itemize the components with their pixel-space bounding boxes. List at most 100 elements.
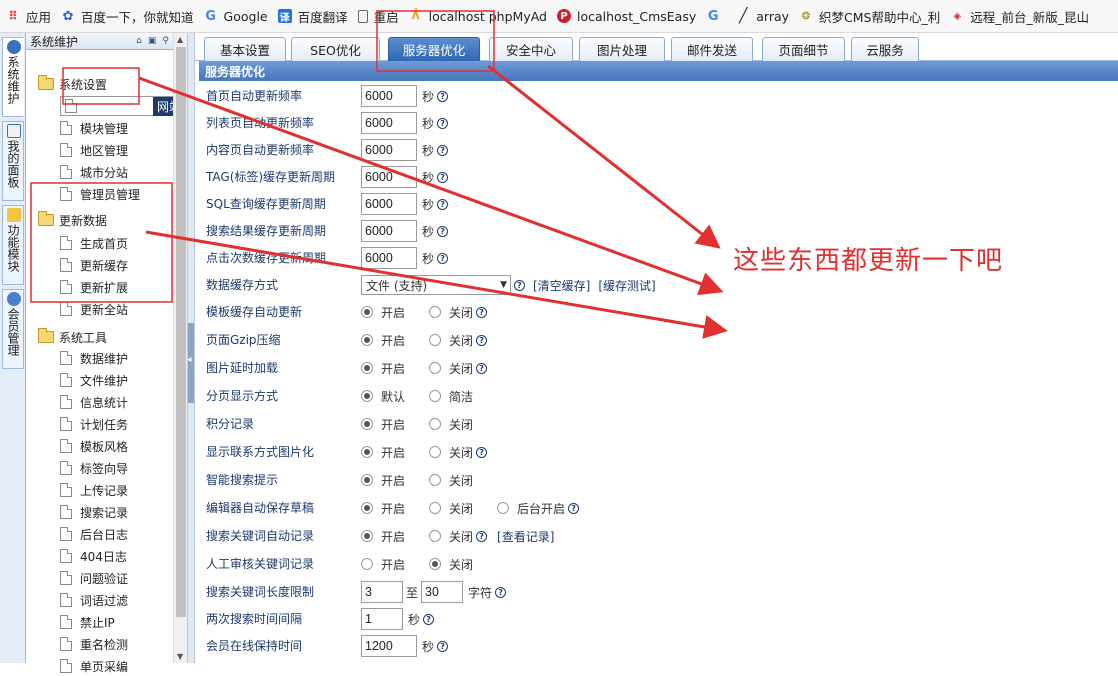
tree-item-update-cache[interactable]: 更新缓存: [60, 255, 128, 275]
kw-review-off[interactable]: 关闭: [429, 556, 473, 573]
tag-cycle-input[interactable]: 6000: [361, 166, 417, 188]
bookmark-baidu[interactable]: ✿ 百度一下，你就知道: [61, 7, 194, 26]
tab-basic[interactable]: 基本设置: [204, 37, 286, 61]
tab-seo[interactable]: SEO优化: [291, 37, 380, 61]
tree-item-tag-wizard[interactable]: 标签向导: [60, 458, 128, 478]
home-freq-input[interactable]: 6000: [361, 85, 417, 107]
tree-item-404-log[interactable]: 404日志: [60, 546, 127, 566]
help-icon[interactable]: ?: [437, 171, 449, 183]
tree-group-update-data[interactable]: 更新数据: [38, 210, 107, 230]
bookmark-baidu-translate[interactable]: 译百度翻译: [277, 7, 348, 26]
scroll-up-icon[interactable]: ▲: [177, 35, 183, 44]
tree-item-upload-log[interactable]: 上传记录: [60, 480, 128, 500]
help-icon[interactable]: ?: [423, 613, 435, 625]
tree-item-stats[interactable]: 信息统计: [60, 392, 128, 412]
scroll-thumb[interactable]: [176, 47, 186, 617]
collapse-left-icon[interactable]: [187, 323, 194, 403]
kw-record-off[interactable]: 关闭: [429, 528, 473, 545]
tree-item-cron[interactable]: 计划任务: [60, 414, 128, 434]
help-icon[interactable]: ?: [437, 144, 449, 156]
help-icon[interactable]: ?: [568, 502, 580, 514]
help-icon[interactable]: ?: [437, 198, 449, 210]
tree-item-admin-manage[interactable]: 管理员管理: [60, 184, 140, 204]
list-freq-input[interactable]: 6000: [361, 112, 417, 134]
tree-group-system-settings[interactable]: 系统设置: [38, 74, 107, 94]
bookmark-dedecms[interactable]: ❂ 织梦CMS帮助中心_利: [799, 7, 940, 26]
content-freq-input[interactable]: 6000: [361, 139, 417, 161]
view-records-link[interactable]: [查看记录]: [497, 528, 554, 545]
editor-save-backend[interactable]: 后台开启: [497, 500, 565, 517]
help-icon[interactable]: ?: [476, 446, 488, 458]
gzip-off[interactable]: 关闭: [429, 332, 473, 349]
help-icon[interactable]: ?: [437, 117, 449, 129]
bookmark-google[interactable]: G Google: [204, 9, 267, 24]
cache-test-link[interactable]: [缓存测试]: [598, 277, 655, 294]
smart-search-on[interactable]: 开启: [361, 472, 405, 489]
tab-mail[interactable]: 邮件发送: [671, 37, 753, 61]
paging-default[interactable]: 默认: [361, 388, 405, 405]
smart-search-off[interactable]: 关闭: [429, 472, 473, 489]
cache-mode-select[interactable]: 文件 (支持) ▼: [361, 275, 511, 295]
gzip-on[interactable]: 开启: [361, 332, 405, 349]
tree-item-gen-home[interactable]: 生成首页: [60, 233, 128, 253]
tree-item-search-log[interactable]: 搜索记录: [60, 502, 128, 522]
help-icon[interactable]: ?: [476, 334, 488, 346]
contact-img-off[interactable]: 关闭: [429, 444, 473, 461]
search-cycle-input[interactable]: 6000: [361, 220, 417, 242]
tree-item-file-maint[interactable]: 文件维护: [60, 370, 128, 390]
tpl-auto-on[interactable]: 开启: [361, 304, 405, 321]
contact-img-on[interactable]: 开启: [361, 444, 405, 461]
online-keep-input[interactable]: 1200: [361, 635, 417, 657]
help-icon[interactable]: ?: [476, 362, 488, 374]
tree-item-dup-check[interactable]: 重名检测: [60, 634, 128, 654]
tab-server-opt[interactable]: 服务器优化: [388, 37, 480, 61]
bookmark-array[interactable]: ╱ array: [736, 8, 789, 24]
kw-record-on[interactable]: 开启: [361, 528, 405, 545]
home-icon[interactable]: ⌂: [136, 36, 142, 46]
help-icon[interactable]: ?: [437, 252, 449, 264]
tab-image[interactable]: 图片处理: [579, 37, 665, 61]
search-interval-input[interactable]: 1: [361, 608, 403, 630]
vtab-system[interactable]: 系统维护: [2, 37, 24, 117]
tree-item-admin-log[interactable]: 后台日志: [60, 524, 128, 544]
tree-item-module-manage[interactable]: 模块管理: [60, 118, 128, 138]
panel-splitter[interactable]: [187, 33, 195, 663]
bookmark-apps[interactable]: ⠿ 应用: [6, 7, 51, 26]
kw-len-max-input[interactable]: 30: [421, 581, 464, 603]
paging-simple[interactable]: 简洁: [429, 388, 473, 405]
tree-item-word-filter[interactable]: 词语过滤: [60, 590, 128, 610]
tree-item-region-manage[interactable]: 地区管理: [60, 140, 128, 160]
help-icon[interactable]: ?: [437, 90, 449, 102]
tpl-auto-off[interactable]: 关闭: [429, 304, 473, 321]
help-icon[interactable]: ?: [437, 225, 449, 237]
clear-cache-link[interactable]: [清空缓存]: [533, 277, 590, 294]
vtab-my-panel[interactable]: 我的面板: [2, 121, 24, 201]
bookmark-remote[interactable]: ◈ 远程_前台_新版_昆山: [950, 7, 1089, 26]
bookmark-restart[interactable]: 重启: [357, 7, 399, 26]
points-on[interactable]: 开启: [361, 416, 405, 433]
img-lazy-off[interactable]: 关闭: [429, 360, 473, 377]
img-lazy-on[interactable]: 开启: [361, 360, 405, 377]
scroll-down-icon[interactable]: ▼: [177, 652, 183, 661]
tree-item-single-page[interactable]: 单页采编: [60, 656, 128, 676]
tree-item-update-all[interactable]: 更新全站: [60, 299, 128, 319]
hits-cycle-input[interactable]: 6000: [361, 247, 417, 269]
help-icon[interactable]: ?: [476, 306, 488, 318]
tab-page-detail[interactable]: 页面细节: [762, 37, 845, 61]
points-off[interactable]: 关闭: [429, 416, 473, 433]
tree-item-data-maint[interactable]: 数据维护: [60, 348, 128, 368]
help-icon[interactable]: ?: [476, 530, 488, 542]
tree-item-update-ext[interactable]: 更新扩展: [60, 277, 128, 297]
bookmark-cmseasy[interactable]: Plocalhost_CmsEasy: [556, 9, 696, 24]
tab-security[interactable]: 安全中心: [489, 37, 573, 61]
help-icon[interactable]: ?: [495, 586, 507, 598]
tree-item-question-verify[interactable]: 问题验证: [60, 568, 128, 588]
tab-cloud[interactable]: 云服务: [851, 37, 919, 61]
help-icon[interactable]: ?: [437, 640, 449, 652]
tree-group-system-tools[interactable]: 系统工具: [38, 327, 107, 347]
bookmark-phpmyadmin[interactable]: ᐰ localhost phpMyAd: [409, 9, 547, 24]
kw-len-min-input[interactable]: 3: [361, 581, 403, 603]
bookmark-google-2[interactable]: G: [706, 9, 726, 24]
tree-item-city-station[interactable]: 城市分站: [60, 162, 128, 182]
vtab-modules[interactable]: 功能模块: [2, 205, 24, 285]
